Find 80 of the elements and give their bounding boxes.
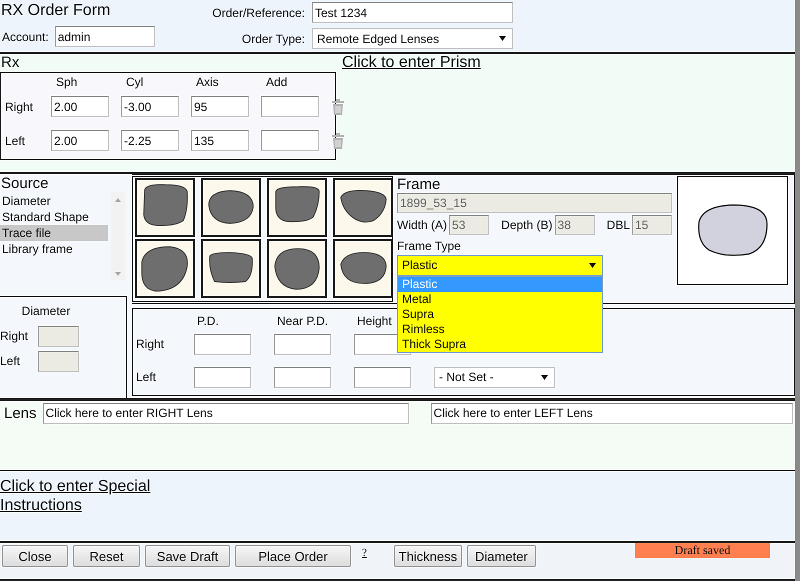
shape-tile[interactable]	[267, 178, 327, 237]
width-label: Width (A)	[397, 218, 448, 232]
trash-icon[interactable]	[331, 132, 345, 149]
special-instructions-link[interactable]: Click to enter Special Instructions	[0, 477, 160, 516]
reference-field[interactable]: Test 1234	[312, 2, 513, 23]
help-link[interactable]: ?	[362, 545, 367, 560]
reference-label: Order/Reference:	[211, 6, 305, 20]
depth-field[interactable]: 38	[554, 214, 595, 235]
width-field[interactable]: 53	[449, 214, 490, 235]
measurement-field[interactable]	[194, 334, 251, 355]
account-label: Account:	[2, 30, 49, 44]
dropdown-option[interactable]: Thick Supra	[398, 336, 602, 352]
section-title: Lens	[4, 404, 37, 422]
frame-type-select[interactable]: Plastic	[397, 254, 603, 276]
order-type-label: Order Type:	[240, 32, 305, 46]
shape-tile[interactable]	[201, 178, 261, 237]
account-field[interactable]: admin	[54, 26, 155, 47]
row-label: Left	[136, 370, 158, 384]
form-button[interactable]: Close	[2, 545, 68, 568]
sph-field[interactable]: 2.00	[51, 96, 109, 118]
dropdown-option[interactable]: Metal	[398, 292, 602, 307]
caret-icon	[541, 374, 548, 381]
frame-type-label: Frame Type	[397, 238, 462, 253]
form-button[interactable]: Diameter	[466, 545, 536, 568]
section-title: Source	[0, 174, 50, 192]
shape-tile[interactable]	[333, 178, 393, 237]
form-button[interactable]: Reset	[73, 545, 140, 568]
add-field[interactable]	[261, 130, 319, 152]
column-header: Sph	[55, 74, 78, 90]
add-field[interactable]	[261, 96, 319, 118]
column-header: Add	[265, 74, 288, 90]
form-button[interactable]: Save Draft	[145, 545, 230, 568]
cyl-field[interactable]: -2.25	[121, 130, 179, 152]
shape-tile[interactable]	[135, 238, 195, 298]
measurement-field[interactable]	[274, 366, 331, 388]
shape-tile[interactable]	[267, 238, 327, 298]
left-lens-field[interactable]: Click here to enter LEFT Lens	[430, 402, 793, 424]
caret-icon	[589, 262, 596, 269]
sph-field[interactable]: 2.00	[51, 130, 109, 152]
list-item[interactable]: Library frame	[0, 240, 108, 257]
dropdown-option[interactable]: Supra	[398, 306, 602, 322]
depth-label: Depth (B)	[501, 218, 553, 232]
prism-link[interactable]: Click to enter Prism	[342, 54, 481, 74]
list-item[interactable]: Trace file	[0, 224, 108, 241]
order-type-select[interactable]: Remote Edged Lenses	[312, 28, 513, 49]
trash-icon[interactable]	[331, 98, 345, 115]
axis-field[interactable]: 135	[191, 130, 249, 152]
measurement-field[interactable]	[274, 334, 331, 355]
axis-field[interactable]: 95	[191, 96, 249, 118]
shape-tile[interactable]	[333, 238, 393, 298]
status-message: Draft saved	[635, 543, 770, 558]
dbl-field[interactable]: 15	[632, 214, 672, 235]
measurement-field[interactable]	[194, 366, 251, 388]
shape-tile[interactable]	[135, 178, 195, 237]
measurement-field[interactable]	[354, 366, 411, 388]
frame-name-field[interactable]: 1899_53_15	[397, 192, 672, 213]
section-title: Frame	[397, 176, 442, 193]
cyl-field[interactable]: -3.00	[121, 96, 179, 118]
row-label: Left	[4, 134, 26, 148]
form-title: RX Order Form	[0, 2, 112, 21]
row-label: Right	[0, 329, 30, 344]
column-header: Near P.D.	[276, 314, 330, 328]
dropdown-option[interactable]: Rimless	[398, 322, 602, 337]
column-header: P.D.	[196, 314, 220, 328]
section-title: Rx	[0, 54, 20, 72]
row-label: Right	[4, 100, 34, 114]
list-item[interactable]: Standard Shape	[0, 208, 108, 225]
dbl-label: DBL	[606, 218, 630, 232]
caret-icon	[499, 35, 506, 42]
row-label: Left	[0, 354, 22, 368]
column-header: Cyl	[125, 74, 144, 90]
shape-tile[interactable]	[201, 238, 261, 298]
list-item[interactable]: Diameter	[0, 192, 108, 209]
form-button[interactable]: Place Order	[235, 545, 351, 568]
column-header: Diameter	[20, 304, 72, 318]
row-label: Right	[136, 337, 166, 352]
measurement-select[interactable]: - Not Set -	[434, 366, 555, 388]
right-lens-field[interactable]: Click here to enter RIGHT Lens	[42, 402, 409, 424]
column-header: Axis	[195, 74, 220, 90]
form-button[interactable]: Thickness	[394, 545, 462, 568]
